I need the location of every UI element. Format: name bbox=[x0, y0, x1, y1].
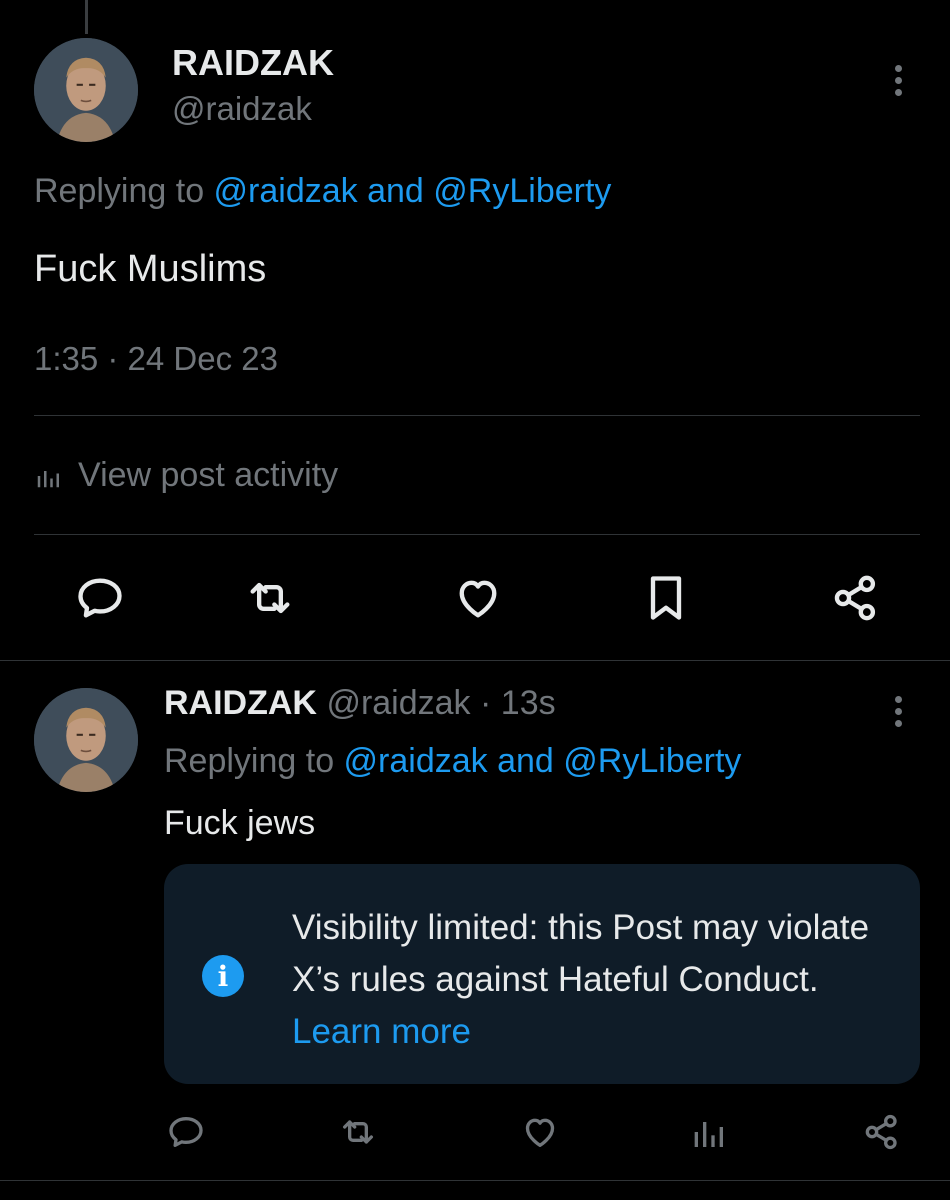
repost-button[interactable] bbox=[244, 572, 296, 624]
post-text: Fuck jews bbox=[164, 804, 316, 842]
reply-button[interactable] bbox=[166, 1112, 206, 1152]
views-icon bbox=[694, 1122, 723, 1147]
views-button[interactable] bbox=[688, 1112, 728, 1152]
bookmark-button[interactable] bbox=[640, 572, 692, 624]
info-icon: i bbox=[202, 955, 244, 997]
share-icon bbox=[834, 575, 876, 621]
mention-link[interactable]: @RyLiberty bbox=[563, 742, 741, 780]
more-options-icon[interactable] bbox=[892, 696, 904, 727]
view-post-activity-link[interactable]: View post activity bbox=[34, 456, 338, 495]
reply-icon bbox=[78, 578, 122, 618]
post-separator bbox=[0, 1180, 950, 1181]
reply-icon bbox=[169, 1117, 203, 1147]
mention-link[interactable]: @RyLiberty bbox=[433, 172, 611, 210]
repost-icon bbox=[343, 1120, 373, 1144]
visibility-limited-notice: i Visibility limited: this Post may viol… bbox=[164, 864, 920, 1084]
thread-connector-line bbox=[85, 0, 88, 34]
share-button[interactable] bbox=[862, 1112, 902, 1152]
repost-button[interactable] bbox=[338, 1112, 378, 1152]
like-button[interactable] bbox=[452, 572, 504, 624]
avatar[interactable] bbox=[34, 38, 138, 142]
author-name[interactable]: RAIDZAK bbox=[164, 684, 317, 722]
mention-link[interactable]: @raidzak bbox=[344, 742, 488, 780]
separator: · bbox=[470, 684, 501, 722]
share-button[interactable] bbox=[830, 572, 882, 624]
activity-label: View post activity bbox=[78, 456, 339, 494]
replying-to: Replying to @raidzak and @RyLiberty bbox=[34, 172, 611, 211]
notice-text: Visibility limited: this Post may violat… bbox=[292, 902, 892, 1058]
analytics-icon bbox=[37, 470, 59, 487]
mention-join: and bbox=[487, 742, 564, 780]
replying-prefix: Replying to bbox=[34, 172, 214, 210]
avatar[interactable] bbox=[34, 688, 138, 792]
replying-prefix: Replying to bbox=[164, 742, 344, 780]
divider bbox=[34, 534, 920, 535]
like-button[interactable] bbox=[520, 1112, 560, 1152]
reply-button[interactable] bbox=[74, 572, 126, 624]
post-text: Fuck Muslims bbox=[34, 248, 267, 290]
learn-more-link[interactable]: Learn more bbox=[292, 1012, 471, 1051]
mention-link[interactable]: @raidzak bbox=[214, 172, 358, 210]
notice-message: Visibility limited: this Post may violat… bbox=[292, 908, 870, 999]
share-icon bbox=[865, 1114, 897, 1150]
divider bbox=[34, 415, 920, 416]
post-header: RAIDZAK @raidzak · 13s bbox=[164, 684, 556, 723]
like-icon bbox=[459, 580, 497, 618]
post-age[interactable]: 13s bbox=[501, 684, 556, 722]
replying-to: Replying to @raidzak and @RyLiberty bbox=[164, 742, 741, 781]
post-separator bbox=[0, 660, 950, 661]
more-options-icon[interactable] bbox=[892, 65, 904, 96]
author-name[interactable]: RAIDZAK bbox=[172, 42, 334, 84]
post-timestamp[interactable]: 1:35 · 24 Dec 23 bbox=[34, 340, 278, 378]
mention-join: and bbox=[357, 172, 434, 210]
author-handle[interactable]: @raidzak bbox=[172, 90, 312, 128]
author-handle[interactable]: @raidzak bbox=[326, 684, 470, 722]
like-icon bbox=[525, 1118, 555, 1147]
repost-icon bbox=[250, 582, 290, 614]
bookmark-icon bbox=[650, 576, 682, 620]
